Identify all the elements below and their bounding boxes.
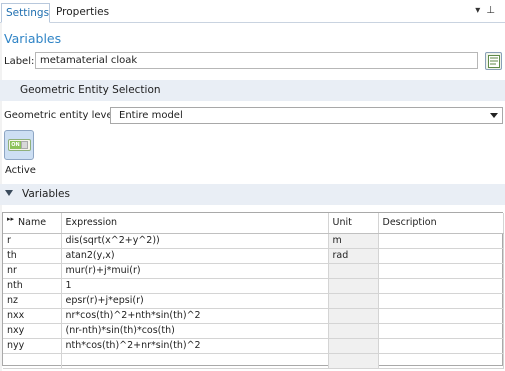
cell-name[interactable]: nz bbox=[3, 293, 62, 309]
geometric-entity-level-value: Entire model bbox=[119, 110, 183, 121]
cell-name[interactable]: nr bbox=[3, 263, 62, 279]
geometric-entity-level-select[interactable]: Entire model bbox=[110, 107, 503, 124]
cell-unit[interactable] bbox=[328, 263, 379, 279]
cell-description[interactable] bbox=[378, 278, 504, 294]
table-row[interactable]: th atan2(y,x) rad bbox=[3, 248, 504, 264]
table-row[interactable]: nth 1 bbox=[3, 278, 504, 294]
cell-name[interactable]: nth bbox=[3, 278, 62, 294]
column-header-name[interactable]: ▸▸ Name bbox=[3, 213, 62, 234]
cell-unit[interactable] bbox=[328, 338, 379, 354]
label-field-label: Label: bbox=[4, 56, 35, 67]
variables-section-header[interactable]: Variables bbox=[0, 184, 505, 205]
cell-unit[interactable] bbox=[328, 278, 379, 294]
cell-expression[interactable]: mur(r)+j*mui(r) bbox=[61, 263, 329, 279]
section-title-geometric-entity: Geometric Entity Selection bbox=[20, 84, 161, 96]
label-input[interactable]: metamaterial cloak bbox=[35, 52, 478, 69]
table-row[interactable]: nxx nr*cos(th)^2+nth*sin(th)^2 bbox=[3, 308, 504, 324]
table-row[interactable]: r dis(sqrt(x^2+y^2)) m bbox=[3, 233, 504, 249]
cell-expression[interactable]: (nr-nth)*sin(th)*cos(th) bbox=[61, 323, 329, 339]
cell-unit[interactable]: rad bbox=[328, 248, 379, 264]
column-header-unit[interactable]: Unit bbox=[328, 213, 379, 234]
geometric-entity-level-label: Geometric entity level: bbox=[4, 110, 119, 121]
cell-expression[interactable]: 1 bbox=[61, 278, 329, 294]
column-header-description[interactable]: Description bbox=[378, 213, 504, 234]
variables-table[interactable]: ▸▸ Name Expression Unit Description r dis(… bbox=[2, 212, 504, 369]
table-row[interactable]: nxy (nr-nth)*sin(th)*cos(th) bbox=[3, 323, 504, 339]
on-badge: ON bbox=[10, 141, 21, 149]
show-expression-button[interactable] bbox=[485, 52, 502, 70]
toggle-switch-icon: ON bbox=[8, 139, 31, 151]
table-header-row: ▸▸ Name Expression Unit Description bbox=[3, 213, 504, 234]
cell-description[interactable] bbox=[378, 293, 504, 309]
cell-description[interactable] bbox=[378, 233, 504, 249]
cell-expression[interactable]: dis(sqrt(x^2+y^2)) bbox=[61, 233, 329, 249]
tab-bar: Settings Properties ▾⊥ bbox=[0, 0, 505, 23]
page-title: Variables bbox=[4, 31, 62, 46]
cell-description[interactable] bbox=[378, 248, 504, 264]
tab-bar-controls: ▾⊥ bbox=[475, 5, 501, 16]
cell-expression[interactable]: nr*cos(th)^2+nth*sin(th)^2 bbox=[61, 308, 329, 324]
cell-expression[interactable]: epsr(r)+j*epsi(r) bbox=[61, 293, 329, 309]
collapse-arrow-icon bbox=[5, 190, 13, 196]
cell-name[interactable]: nxy bbox=[3, 323, 62, 339]
table-row[interactable]: nr mur(r)+j*mui(r) bbox=[3, 263, 504, 279]
cell-expression[interactable]: nth*cos(th)^2+nr*sin(th)^2 bbox=[61, 338, 329, 354]
active-label: Active bbox=[5, 165, 36, 176]
table-row[interactable]: nz epsr(r)+j*epsi(r) bbox=[3, 293, 504, 309]
pin-icon[interactable]: ⊥ bbox=[486, 5, 501, 16]
cell-expression[interactable]: atan2(y,x) bbox=[61, 248, 329, 264]
cell-description[interactable] bbox=[378, 308, 504, 324]
cell-name[interactable]: nyy bbox=[3, 338, 62, 354]
chevron-down-icon[interactable]: ▾ bbox=[475, 5, 486, 16]
cell-description[interactable] bbox=[378, 263, 504, 279]
show-expression-icon bbox=[488, 55, 500, 68]
tab-settings[interactable]: Settings bbox=[1, 3, 50, 23]
cell-unit[interactable] bbox=[328, 308, 379, 324]
cell-description[interactable] bbox=[378, 323, 504, 339]
empty-cell[interactable] bbox=[3, 353, 62, 369]
cell-name[interactable]: th bbox=[3, 248, 62, 264]
cell-name[interactable]: r bbox=[3, 233, 62, 249]
empty-cell[interactable] bbox=[378, 353, 504, 369]
chevron-down-icon bbox=[490, 113, 498, 118]
expand-columns-icon[interactable]: ▸▸ bbox=[7, 215, 14, 223]
active-toggle-button[interactable]: ON bbox=[4, 130, 34, 160]
cell-unit[interactable]: m bbox=[328, 233, 379, 249]
column-header-expression[interactable]: Expression bbox=[61, 213, 329, 234]
cell-unit[interactable] bbox=[328, 293, 379, 309]
geometric-entity-section-header[interactable]: Geometric Entity Selection bbox=[0, 80, 505, 101]
tab-properties[interactable]: Properties bbox=[52, 3, 113, 23]
empty-cell[interactable] bbox=[61, 353, 329, 369]
cell-name[interactable]: nxx bbox=[3, 308, 62, 324]
table-row[interactable]: nyy nth*cos(th)^2+nr*sin(th)^2 bbox=[3, 338, 504, 354]
table-row-empty[interactable] bbox=[3, 353, 504, 369]
cell-unit[interactable] bbox=[328, 323, 379, 339]
switch-knob bbox=[21, 141, 28, 149]
cell-description[interactable] bbox=[378, 338, 504, 354]
empty-cell[interactable] bbox=[328, 353, 379, 369]
section-title-variables: Variables bbox=[22, 188, 70, 200]
